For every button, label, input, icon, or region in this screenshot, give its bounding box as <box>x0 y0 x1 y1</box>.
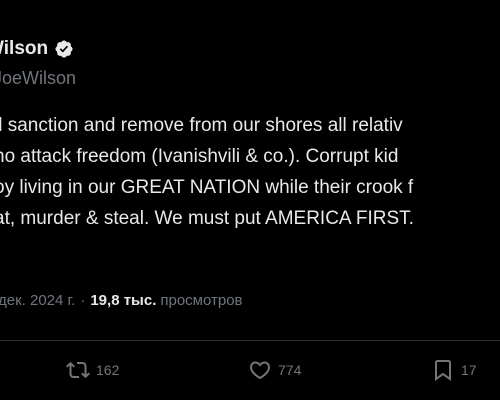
tweet-date[interactable]: дек. 2024 г. <box>0 292 75 309</box>
divider <box>0 340 500 341</box>
views-label: просмотров <box>160 292 243 309</box>
author-name[interactable]: Wilson <box>0 38 48 60</box>
verified-badge-icon <box>55 40 73 58</box>
action-bar: 162 774 17 <box>0 358 500 386</box>
bookmark-button[interactable]: 17 <box>431 358 477 382</box>
retweet-icon <box>66 361 90 379</box>
tweet-line: oy living in our GREAT NATION while thei… <box>0 177 414 198</box>
like-count: 774 <box>278 362 302 378</box>
tweet-line: ll sanction and remove from our shores a… <box>0 115 403 136</box>
tweet-text: ll sanction and remove from our shores a… <box>0 110 500 234</box>
bookmark-icon <box>435 360 451 381</box>
tweet-meta: дек. 2024 г. · 19,8 тыс. просмотров <box>0 292 243 309</box>
like-button[interactable]: 774 <box>248 358 301 382</box>
tweet-line: at, murder & steal. We must put AMERICA … <box>0 208 414 229</box>
retweet-button[interactable]: 162 <box>66 358 119 382</box>
author-name-row[interactable]: Wilson <box>0 38 74 60</box>
tweet-page: Wilson JoeWilson ll sanction and remove … <box>0 0 500 400</box>
meta-separator: · <box>80 292 86 309</box>
retweet-count: 162 <box>96 362 120 378</box>
views-count: 19,8 тыс. <box>90 292 157 309</box>
heart-icon <box>249 361 271 380</box>
tweet-line: ho attack freedom (Ivanishvili & co.). C… <box>0 146 399 167</box>
bookmark-count: 17 <box>461 362 477 378</box>
author-handle[interactable]: JoeWilson <box>0 68 76 89</box>
